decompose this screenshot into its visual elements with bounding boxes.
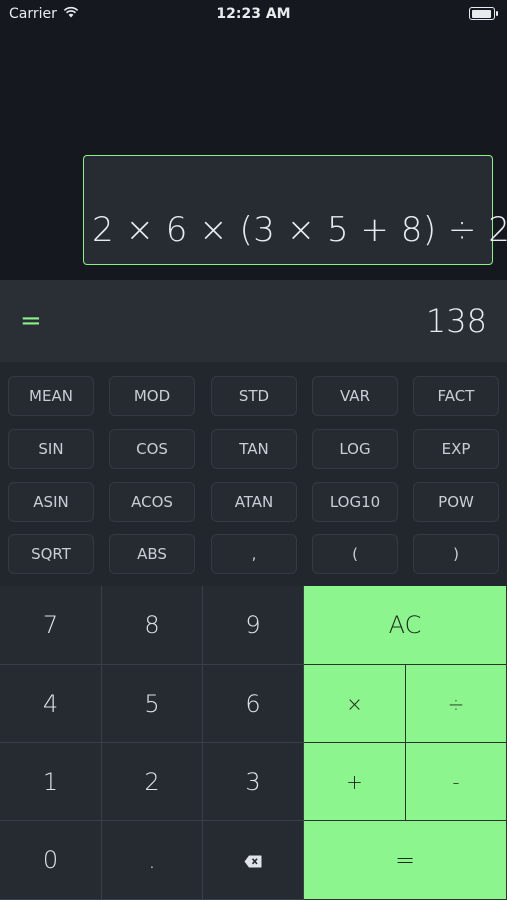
- close-paren-button[interactable]: ): [413, 534, 499, 574]
- result-value: 138: [425, 302, 487, 340]
- digit-4-button[interactable]: 4: [0, 665, 102, 743]
- backspace-icon: [244, 846, 262, 874]
- digit-2-button[interactable]: 2: [102, 743, 203, 821]
- log-button[interactable]: LOG: [312, 429, 398, 469]
- pow-button[interactable]: POW: [413, 482, 499, 522]
- result-equals-sign: =: [20, 306, 42, 336]
- digit-5-button[interactable]: 5: [102, 665, 203, 743]
- all-clear-button[interactable]: AC: [304, 586, 507, 665]
- cos-button[interactable]: COS: [109, 429, 195, 469]
- log10-button[interactable]: LOG10: [312, 482, 398, 522]
- result-area: = 138: [0, 280, 507, 362]
- digit-8-button[interactable]: 8: [102, 586, 203, 665]
- digit-9-button[interactable]: 9: [203, 586, 304, 665]
- open-paren-button[interactable]: (: [312, 534, 398, 574]
- tan-button[interactable]: TAN: [211, 429, 297, 469]
- expression-text-row: 2 × 6 × (3 × 5 + 8) ÷ 2: [92, 210, 507, 250]
- exp-button[interactable]: EXP: [413, 429, 499, 469]
- expression-area: 2 × 6 × (3 × 5 + 8) ÷ 2: [0, 28, 507, 280]
- atan-button[interactable]: ATAN: [211, 482, 297, 522]
- backspace-button[interactable]: [203, 821, 304, 900]
- sqrt-button[interactable]: SQRT: [8, 534, 94, 574]
- multiply-button[interactable]: ×: [304, 665, 406, 743]
- minus-button[interactable]: -: [406, 743, 507, 821]
- expression-input[interactable]: 2 × 6 × (3 × 5 + 8) ÷ 2: [83, 155, 507, 265]
- var-button[interactable]: VAR: [312, 376, 398, 416]
- fact-button[interactable]: FACT: [413, 376, 499, 416]
- sin-button[interactable]: SIN: [8, 429, 94, 469]
- comma-button[interactable]: ,: [211, 534, 297, 574]
- expression-text: 2 × 6 × (3 × 5 + 8) ÷ 2: [92, 210, 507, 250]
- equals-button[interactable]: =: [304, 821, 507, 900]
- digit-0-button[interactable]: 0: [0, 821, 102, 900]
- digit-1-button[interactable]: 1: [0, 743, 102, 821]
- decimal-point-button[interactable]: .: [102, 821, 203, 900]
- digit-3-button[interactable]: 3: [203, 743, 304, 821]
- divide-button[interactable]: ÷: [406, 665, 507, 743]
- abs-button[interactable]: ABS: [109, 534, 195, 574]
- status-time: 12:23 AM: [216, 6, 291, 22]
- mean-button[interactable]: MEAN: [8, 376, 94, 416]
- mod-button[interactable]: MOD: [109, 376, 195, 416]
- std-button[interactable]: STD: [211, 376, 297, 416]
- acos-button[interactable]: ACOS: [109, 482, 195, 522]
- keypad: 7 8 9 AC 4 5 6 × ÷ 1 2 3 + - 0 . =: [0, 586, 507, 900]
- digit-7-button[interactable]: 7: [0, 586, 102, 665]
- status-bar: Carrier 12:23 AM: [0, 0, 507, 28]
- digit-6-button[interactable]: 6: [203, 665, 304, 743]
- plus-button[interactable]: +: [304, 743, 406, 821]
- asin-button[interactable]: ASIN: [8, 482, 94, 522]
- function-panel: MEAN MOD STD VAR FACT SIN COS TAN LOG EX…: [0, 362, 507, 586]
- battery-icon: [469, 7, 498, 20]
